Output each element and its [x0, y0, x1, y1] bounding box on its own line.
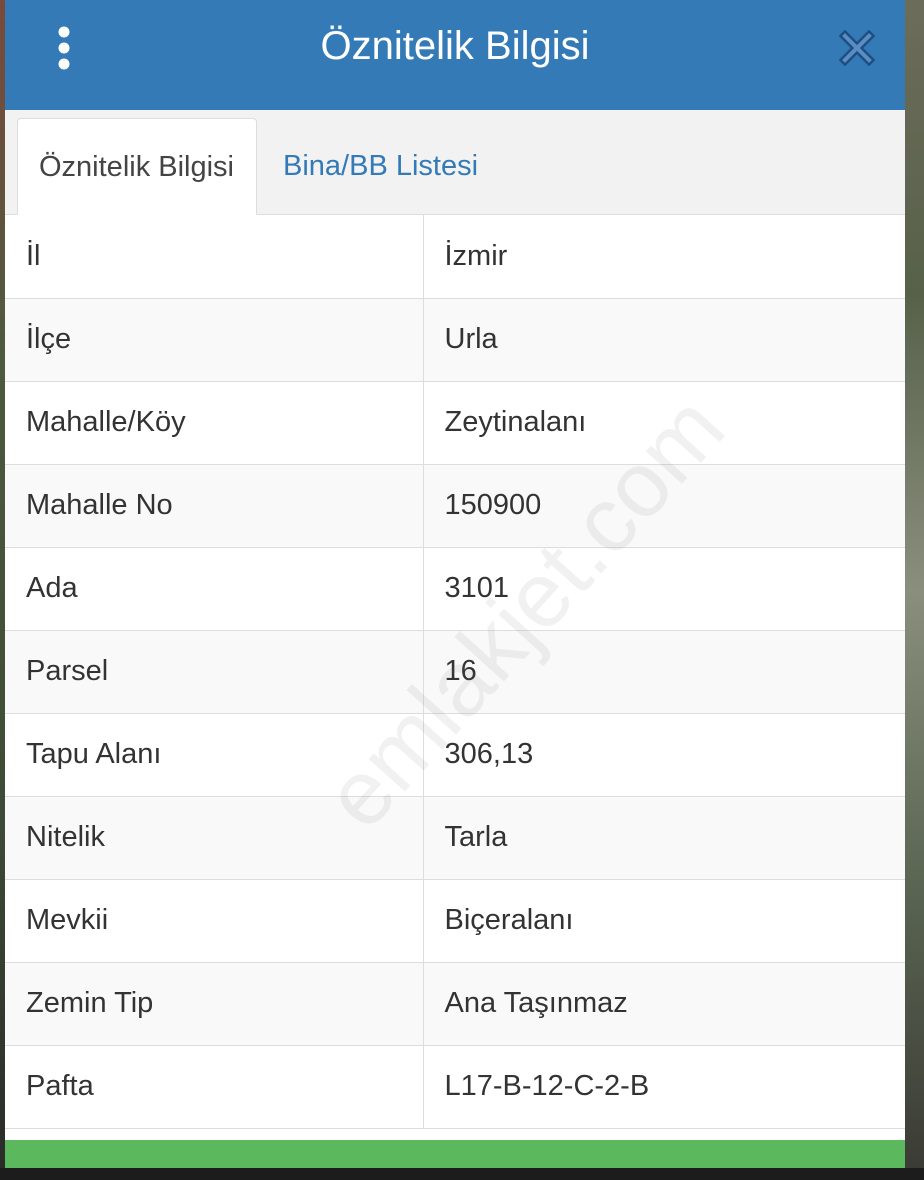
attribute-key: İl	[5, 215, 424, 299]
tab-attribute-info[interactable]: Öznitelik Bilgisi	[17, 118, 257, 215]
dialog-title: Öznitelik Bilgisi	[320, 24, 590, 68]
attribute-value: L17-B-12-C-2-B	[422, 1044, 905, 1129]
attribute-key: İlçe	[5, 297, 424, 382]
table-row: Mevkii Biçeralanı	[5, 878, 905, 963]
attribute-key: Pafta	[5, 1044, 424, 1129]
attribute-key: Tapu Alanı	[5, 712, 424, 797]
attribute-value: Tarla	[422, 795, 905, 880]
attribute-key: Nitelik	[5, 795, 424, 880]
attribute-table: İl İzmir İlçe Urla Mahalle/Köy Zeytinala…	[5, 215, 905, 1129]
attribute-key: Mahalle/Köy	[5, 380, 424, 465]
dialog-header: Öznitelik Bilgisi	[5, 0, 905, 110]
attribute-value: 16	[422, 629, 905, 714]
table-row: Parsel 16	[5, 629, 905, 714]
attribute-dialog: Öznitelik Bilgisi Öznitelik Bilgisi Bina…	[5, 0, 905, 1168]
close-icon[interactable]	[839, 30, 875, 66]
attribute-value: 150900	[422, 463, 905, 548]
table-row: Tapu Alanı 306,13	[5, 712, 905, 797]
map-background-right	[904, 0, 924, 1180]
attribute-value: Ana Taşınmaz	[422, 961, 905, 1046]
attribute-key: Ada	[5, 546, 424, 631]
footer-bar	[5, 1140, 905, 1168]
table-row: İlçe Urla	[5, 297, 905, 382]
attribute-key: Zemin Tip	[5, 961, 424, 1046]
table-row: Ada 3101	[5, 546, 905, 631]
attribute-key: Mevkii	[5, 878, 424, 963]
attribute-value: 3101	[422, 546, 905, 631]
attribute-key: Mahalle No	[5, 463, 424, 548]
tab-bar: Öznitelik Bilgisi Bina/BB Listesi	[5, 110, 905, 215]
table-row: Mahalle No 150900	[5, 463, 905, 548]
tab-building-list[interactable]: Bina/BB Listesi	[262, 118, 499, 214]
table-row: İl İzmir	[5, 215, 905, 299]
attribute-value: Urla	[422, 297, 905, 382]
table-row: Mahalle/Köy Zeytinalanı	[5, 380, 905, 465]
attribute-value: İzmir	[422, 215, 905, 299]
bottom-strip	[0, 1168, 924, 1180]
table-row: Pafta L17-B-12-C-2-B	[5, 1044, 905, 1129]
attribute-value: Biçeralanı	[422, 878, 905, 963]
attribute-value: 306,13	[422, 712, 905, 797]
attribute-key: Parsel	[5, 629, 424, 714]
attribute-value: Zeytinalanı	[422, 380, 905, 465]
table-row: Zemin Tip Ana Taşınmaz	[5, 961, 905, 1046]
table-row: Nitelik Tarla	[5, 795, 905, 880]
